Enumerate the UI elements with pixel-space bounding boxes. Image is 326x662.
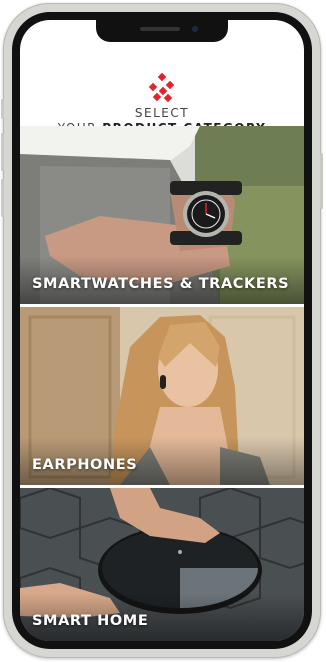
category-label-smart-home: SMART HOME <box>32 613 149 629</box>
select-heading: SELECT <box>134 106 190 120</box>
phone-screen: SELECT YOUR PRODUCT CATEGORY <box>20 20 304 641</box>
phone-frame: SELECT YOUR PRODUCT CATEGORY <box>1 3 323 658</box>
category-label-smartwatches: SMARTWATCHES & TRACKERS <box>32 276 290 292</box>
power-button <box>320 153 323 209</box>
volume-up-button <box>1 133 4 171</box>
volume-down-button <box>1 179 4 217</box>
category-tile-earphones[interactable]: EARPHONES <box>20 307 304 485</box>
speaker-grille <box>140 27 180 31</box>
mute-switch <box>1 99 4 119</box>
front-camera <box>192 26 198 32</box>
category-tile-smartwatches[interactable]: SMARTWATCHES & TRACKERS <box>20 126 304 304</box>
category-label-earphones: EARPHONES <box>32 457 138 473</box>
brand-logo-icon <box>148 72 175 103</box>
notch <box>96 20 228 42</box>
category-tile-smart-home[interactable]: SMART HOME <box>20 488 304 641</box>
